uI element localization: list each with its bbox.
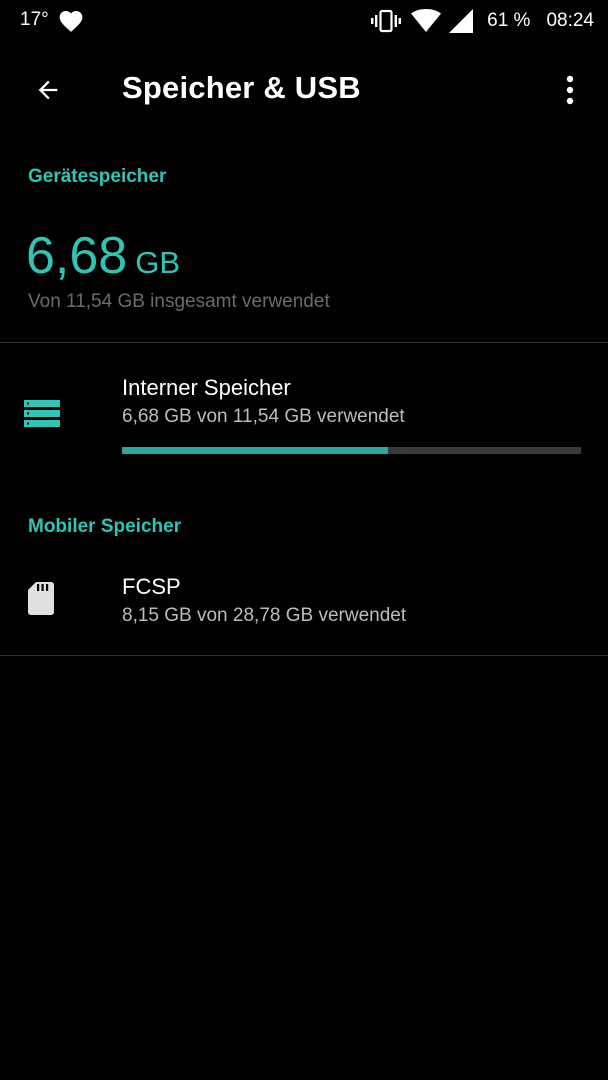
more-options-button[interactable] xyxy=(548,62,592,118)
item-title: Interner Speicher xyxy=(122,375,291,400)
used-storage-unit: GB xyxy=(135,245,181,280)
more-vert-icon xyxy=(566,75,574,105)
clock-text: 08:24 xyxy=(546,10,594,31)
used-storage-value: 6,68 xyxy=(26,227,128,285)
item-title: FCSP xyxy=(122,574,181,599)
divider xyxy=(0,655,608,656)
storage-progress-fill xyxy=(122,447,388,454)
list-item-sd-card[interactable]: FCSP 8,15 GB von 28,78 GB verwendet xyxy=(0,552,608,654)
list-item-internal-storage[interactable]: Interner Speicher 6,68 GB von 11,54 GB v… xyxy=(0,343,608,483)
battery-percent-text: 61 % xyxy=(487,10,531,31)
vibrate-icon xyxy=(371,9,402,33)
status-bar: 17° 61 % 08:24 xyxy=(0,0,608,42)
item-subtitle: 6,68 GB von 11,54 GB verwendet xyxy=(122,406,405,427)
section-header-device-storage: Gerätespeicher xyxy=(28,166,167,187)
storage-progress-bar xyxy=(122,447,581,454)
status-icons: 61 % 08:24 xyxy=(371,7,594,35)
heart-icon xyxy=(59,11,83,32)
temperature-text: 17° xyxy=(20,9,49,30)
storage-summary: 6,68 GB xyxy=(26,226,180,286)
section-header-mobile-storage: Mobiler Speicher xyxy=(28,516,182,537)
back-button[interactable] xyxy=(20,62,76,118)
page-title: Speicher & USB xyxy=(122,70,361,105)
storage-icon xyxy=(24,400,60,427)
sd-card-icon xyxy=(28,582,54,615)
signal-icon xyxy=(449,9,474,33)
wifi-icon xyxy=(411,9,442,32)
arrow-back-icon xyxy=(38,80,58,100)
toolbar: Speicher & USB xyxy=(0,42,608,138)
item-subtitle: 8,15 GB von 28,78 GB verwendet xyxy=(122,605,407,626)
storage-summary-subtitle: Von 11,54 GB insgesamt verwendet xyxy=(28,291,330,312)
